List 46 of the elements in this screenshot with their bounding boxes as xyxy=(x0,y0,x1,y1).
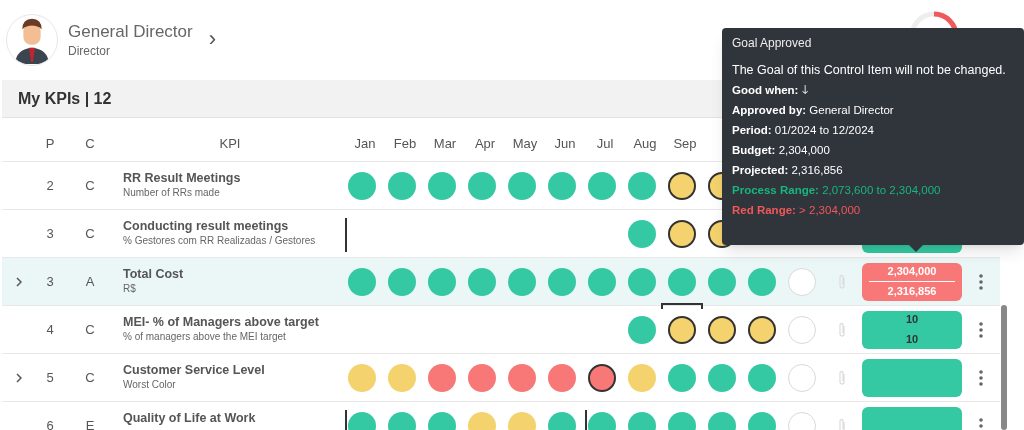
column-header: P xyxy=(45,134,55,153)
kpi-title: RR Result Meetings xyxy=(123,170,242,186)
priority-cell-text: 5 xyxy=(46,368,54,387)
kpi-title: Quality of Life at Work xyxy=(123,410,257,426)
category-cell-text: A xyxy=(85,272,95,291)
month-header: Mar xyxy=(433,134,457,153)
tooltip-title: Goal Approved xyxy=(732,35,813,51)
kpi-title: Conducting result meetings xyxy=(123,218,290,234)
priority-cell-text: 4 xyxy=(46,320,54,339)
kpi-title: Customer Service Level xyxy=(123,362,266,378)
kpi-title: MEI- % of Managers above target xyxy=(123,314,320,330)
month-header: Sep xyxy=(673,134,697,153)
category-cell-text: C xyxy=(85,368,95,387)
tooltip-line: Projected: 2,316,856 xyxy=(732,163,844,178)
tooltip-line: The Goal of this Control Item will not be changed. xyxy=(732,62,1007,79)
kpi-subtitle: Number of RRs made xyxy=(123,186,221,200)
kpi-subtitle: % of managers above the MEI target xyxy=(123,330,287,344)
priority-cell-text: 6 xyxy=(46,416,54,430)
tooltip-line: Approved by: General Director xyxy=(732,103,895,118)
month-header: Aug xyxy=(633,134,657,153)
tooltip-line: Good when: 🡓 xyxy=(732,83,809,98)
user-role: Director xyxy=(68,43,111,59)
category-cell-text: C xyxy=(85,224,95,243)
month-header: Jun xyxy=(554,134,576,153)
tooltip-line: Period: 01/2024 to 12/2024 xyxy=(732,123,875,138)
tooltip-line: Budget: 2,304,000 xyxy=(732,143,831,158)
month-header: Jul xyxy=(596,134,614,153)
priority-cell-text: 3 xyxy=(46,272,54,291)
column-header: KPI xyxy=(219,134,241,153)
priority-cell-text: 2 xyxy=(46,176,54,195)
category-cell-text: E xyxy=(85,416,95,430)
category-cell-text: C xyxy=(85,176,95,195)
tooltip-line: Process Range: 2,073,600 to 2,304,000 xyxy=(732,183,942,198)
section-title: My KPIs | 12 xyxy=(18,88,112,109)
user-name: General Director xyxy=(68,21,193,43)
category-cell-text: C xyxy=(85,320,95,339)
month-header: Apr xyxy=(474,134,496,153)
kpi-subtitle: Worst Color xyxy=(123,378,177,392)
priority-cell-text: 3 xyxy=(46,224,54,243)
kpi-title: Total Cost xyxy=(123,266,185,282)
kpi-subtitle: % Gestores com RR Realizadas / Gestores xyxy=(123,234,317,248)
kpi-subtitle: R$ xyxy=(123,282,137,296)
month-header: May xyxy=(512,134,538,153)
month-header: Feb xyxy=(393,134,417,153)
column-header: C xyxy=(85,134,95,153)
month-header: Jan xyxy=(354,134,376,153)
